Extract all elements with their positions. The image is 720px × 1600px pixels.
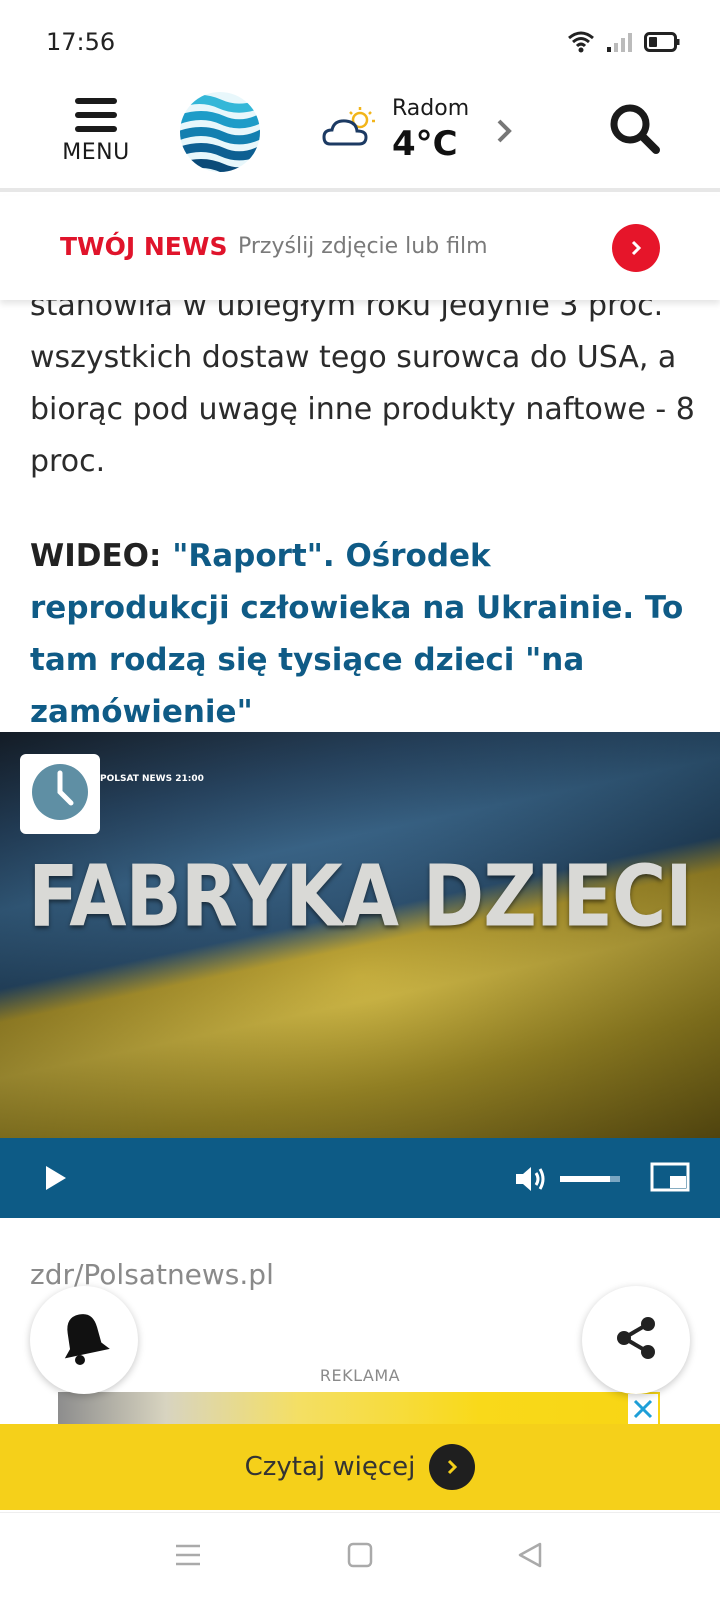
- video-channel: POLSAT NEWS 21:00: [100, 774, 204, 784]
- status-bar: 17:56: [0, 0, 720, 80]
- system-nav-bar: [0, 1512, 720, 1600]
- video-link-paragraph: WIDEO: "Raport". Ośrodek reprodukcji czł…: [30, 530, 700, 738]
- weather-widget[interactable]: Radom 4°C: [322, 94, 522, 174]
- search-icon: [608, 104, 662, 160]
- video-controls: [0, 1138, 720, 1218]
- status-time: 17:56: [46, 28, 116, 56]
- ad-banner[interactable]: [58, 1392, 660, 1424]
- your-news-banner[interactable]: TWÓJ NEWS Przyślij zdjęcie lub film: [0, 196, 720, 300]
- site-header: MENU Radom 4°C: [0, 80, 720, 192]
- bell-icon: [58, 1310, 110, 1370]
- chevron-right-icon: [494, 116, 514, 150]
- read-more-bar[interactable]: Czytaj więcej: [0, 1424, 720, 1510]
- close-icon: [633, 1399, 653, 1419]
- menu-label: MENU: [62, 140, 130, 165]
- battery-icon: [644, 31, 680, 57]
- signal-icon: [606, 31, 634, 57]
- read-more-label: Czytaj więcej: [244, 1452, 416, 1482]
- weather-temperature: 4°C: [392, 124, 458, 164]
- video-player[interactable]: POLSAT NEWS 21:00 FABRYKA DZIECI: [0, 732, 720, 1218]
- ad-close-button[interactable]: [628, 1394, 658, 1424]
- volume-slider-rest: [610, 1176, 620, 1182]
- wifi-icon: [566, 30, 596, 58]
- chevron-right-icon: [631, 240, 642, 256]
- nav-back-icon[interactable]: [516, 1541, 544, 1573]
- logo-icon[interactable]: [178, 90, 262, 178]
- nav-menu-icon[interactable]: [174, 1541, 202, 1573]
- search-button[interactable]: [608, 102, 662, 160]
- share-button[interactable]: [582, 1286, 690, 1394]
- your-news-title: TWÓJ NEWS: [60, 232, 228, 261]
- watch-later-button[interactable]: [20, 754, 100, 834]
- video-thumbnail[interactable]: POLSAT NEWS 21:00 FABRYKA DZIECI: [0, 732, 720, 1138]
- article-body: stanowiła w ubiegłym roku jedynie 3 proc…: [30, 280, 700, 738]
- status-icons: [566, 30, 680, 58]
- video-prefix: WIDEO:: [30, 538, 162, 574]
- your-news-subtitle: Przyślij zdjęcie lub film: [238, 234, 488, 259]
- share-icon: [614, 1316, 658, 1364]
- read-more-button[interactable]: [429, 1444, 476, 1490]
- weather-city: Radom: [392, 96, 470, 121]
- notifications-button[interactable]: [30, 1286, 138, 1394]
- nav-home-icon[interactable]: [346, 1541, 374, 1573]
- your-news-button[interactable]: [612, 224, 660, 272]
- play-icon[interactable]: [44, 1164, 68, 1196]
- chevron-right-icon: [448, 1459, 458, 1475]
- clock-icon: [31, 763, 89, 825]
- menu-button[interactable]: MENU: [56, 96, 136, 176]
- volume-icon[interactable]: [514, 1164, 548, 1198]
- article-paragraph: stanowiła w ubiegłym roku jedynie 3 proc…: [30, 288, 695, 479]
- menu-icon: [75, 98, 117, 132]
- fullscreen-icon[interactable]: [650, 1162, 690, 1196]
- article-source: zdr/Polsatnews.pl: [30, 1258, 274, 1291]
- partly-cloudy-icon: [322, 106, 378, 154]
- video-title: FABRYKA DZIECI: [28, 847, 693, 947]
